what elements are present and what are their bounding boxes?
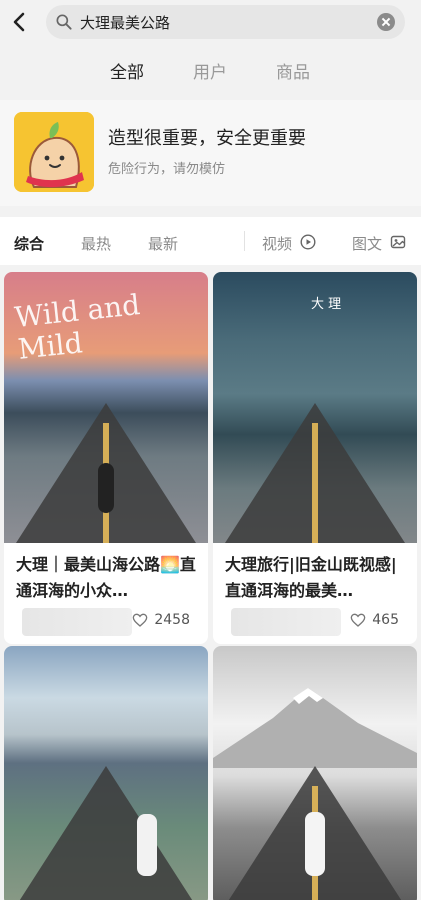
road-center-line — [312, 423, 318, 543]
post-card[interactable] — [4, 646, 208, 900]
like-count-text: 465 — [372, 612, 399, 628]
filter-comprehensive[interactable]: 综合 — [14, 233, 44, 254]
post-card[interactable]: Wild and Mild 大理｜最美山海公路🌅直通洱海的小众… 2458 — [4, 272, 208, 644]
sort-filter-bar: 综合 最热 最新 视频 图文 — [0, 217, 421, 265]
cover-overlay-text: 大 理 — [311, 297, 342, 312]
filter-hottest[interactable]: 最热 — [81, 233, 111, 254]
tab-users[interactable]: 用户 — [193, 58, 227, 83]
promo-subtitle: 危险行为，请勿模仿 — [108, 162, 226, 177]
filter-newest[interactable]: 最新 — [148, 233, 178, 254]
mascot-image — [14, 112, 94, 192]
post-card[interactable] — [213, 646, 417, 900]
search-box[interactable]: 大理最美公路 — [46, 5, 405, 39]
post-cover-image: 大 理 — [213, 272, 417, 543]
cover-overlay-text: Wild and Mild — [13, 288, 142, 366]
heart-icon — [133, 613, 148, 627]
person-figure — [305, 812, 325, 876]
search-query-text[interactable]: 大理最美公路 — [80, 12, 170, 33]
post-title: 大理旅行|旧金山既视感|直通洱海的最美… — [225, 555, 397, 600]
post-cover-image — [213, 646, 417, 900]
like-count-text: 2458 — [154, 612, 190, 628]
image-icon[interactable] — [390, 234, 406, 250]
mountain-graphic — [213, 688, 417, 768]
filter-video[interactable]: 视频 — [262, 233, 292, 254]
post-cover-image — [4, 646, 208, 900]
promo-title: 造型很重要，安全更重要 — [108, 128, 306, 149]
like-count[interactable]: 2458 — [132, 612, 190, 628]
heart-icon — [350, 613, 366, 627]
author-blurred — [22, 608, 132, 636]
top-search-bar: 大理最美公路 — [0, 0, 421, 46]
like-count[interactable]: 465 — [350, 612, 399, 628]
mascot-illustration — [14, 112, 94, 192]
author-blurred — [231, 608, 341, 636]
clear-search-icon[interactable] — [377, 13, 395, 31]
search-icon — [56, 14, 72, 30]
post-meta: 2458 — [16, 606, 198, 636]
tab-products[interactable]: 商品 — [276, 58, 310, 83]
post-card[interactable]: 大 理 大理旅行|旧金山既视感|直通洱海的最美… 465 — [213, 272, 417, 644]
tab-all[interactable]: 全部 — [110, 58, 144, 83]
results-grid: Wild and Mild 大理｜最美山海公路🌅直通洱海的小众… 2458 大 … — [0, 266, 421, 900]
back-chevron-icon[interactable] — [8, 10, 32, 34]
search-results-page: 大理最美公路 全部 用户 商品 造型很重要，安全更重要 危险行为，请勿模仿 综合 — [0, 0, 421, 900]
person-silhouette — [98, 463, 114, 513]
post-meta: 465 — [225, 606, 407, 636]
filter-image-text[interactable]: 图文 — [352, 233, 382, 254]
road-graphic — [16, 766, 196, 900]
safety-promo-banner[interactable]: 造型很重要，安全更重要 危险行为，请勿模仿 — [0, 100, 421, 206]
person-figure — [136, 814, 157, 876]
post-title: 大理｜最美山海公路🌅直通洱海的小众… — [16, 555, 196, 600]
post-cover-image: Wild and Mild — [4, 272, 208, 543]
result-type-tabs: 全部 用户 商品 — [0, 50, 421, 139]
filter-divider — [244, 231, 245, 251]
play-circle-icon[interactable] — [300, 234, 316, 250]
